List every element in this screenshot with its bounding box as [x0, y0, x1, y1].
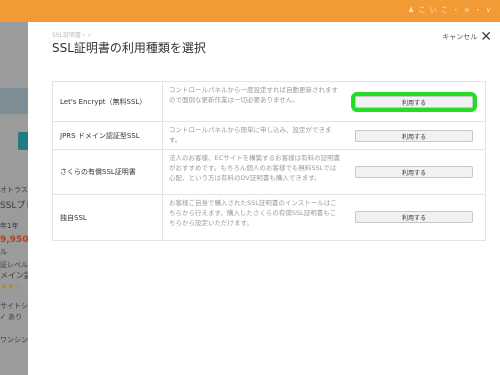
use-custom-ssl-button[interactable]: 利用する [355, 211, 473, 223]
close-icon[interactable]: ✕ [480, 30, 492, 44]
ssl-option-row: JPRS ドメイン認証型SSL コントロールパネルから簡単に申し込み、設定ができ… [53, 122, 485, 150]
ssl-type-modal: SSL証明書 › ✓ SSL証明書の利用種類を選択 キャンセル ✕ Let's … [28, 22, 500, 375]
column-divider [162, 82, 163, 121]
ssl-option-row: 独自SSL お客様ご自身で購入されたSSL証明書のインストールはこちらから行えま… [53, 195, 485, 240]
bg-stars: ★★☆ [0, 282, 22, 291]
use-jprs-button[interactable]: 利用する [355, 130, 473, 142]
option-name: JPRS ドメイン認証型SSL [60, 131, 140, 140]
option-description: コントロールパネルから一度設定すれば自動更新されますので面倒な更新作業は一切必要… [169, 86, 338, 104]
option-name: Let's Encrypt（無料SSL） [60, 97, 147, 106]
user-menu[interactable]: ♟ こ い こ ・ ＊ ・ ∨ [408, 5, 492, 15]
cancel-label: キャンセル [442, 33, 478, 41]
top-header-bar: ♟ こ い こ ・ ＊ ・ ∨ [0, 0, 500, 22]
option-description: コントロールパネルから簡単に申し込み、設定ができます。 [169, 126, 332, 144]
bg-text: 年1年 [0, 222, 19, 230]
ssl-options-table: Let's Encrypt（無料SSL） コントロールパネルから一度設定すれば自… [52, 81, 486, 241]
bg-text: ル [0, 248, 7, 256]
option-description: 法人のお客様、ECサイトを構築するお客様は有料の証明書がおすすめです。もちろん個… [169, 154, 341, 182]
column-divider [162, 150, 163, 194]
ssl-option-row: Let's Encrypt（無料SSL） コントロールパネルから一度設定すれば自… [53, 82, 485, 122]
option-description: お客様ご自身で購入されたSSL証明書のインストールはこちらから行えます。購入した… [169, 199, 337, 227]
option-name: 独自SSL [60, 213, 87, 222]
use-lets-encrypt-button[interactable]: 利用する [351, 92, 477, 112]
bg-text: ワンシン [0, 336, 28, 344]
option-name: さくらの有償SSL証明書 [60, 168, 136, 176]
ssl-option-row: さくらの有償SSL証明書 法人のお客様、ECサイトを構築するお客様は有料の証明書… [53, 150, 485, 195]
breadcrumb: SSL証明書 › ✓ [52, 32, 93, 39]
modal-title: SSL証明書の利用種類を選択 [52, 41, 206, 55]
bg-text: 証レベル [0, 261, 28, 269]
column-divider [162, 195, 163, 240]
use-sakura-paid-ssl-button[interactable]: 利用する [355, 166, 473, 178]
cancel-button[interactable]: キャンセル ✕ [442, 30, 492, 44]
bg-text: ✓ あり [0, 313, 23, 321]
column-divider [162, 122, 163, 149]
